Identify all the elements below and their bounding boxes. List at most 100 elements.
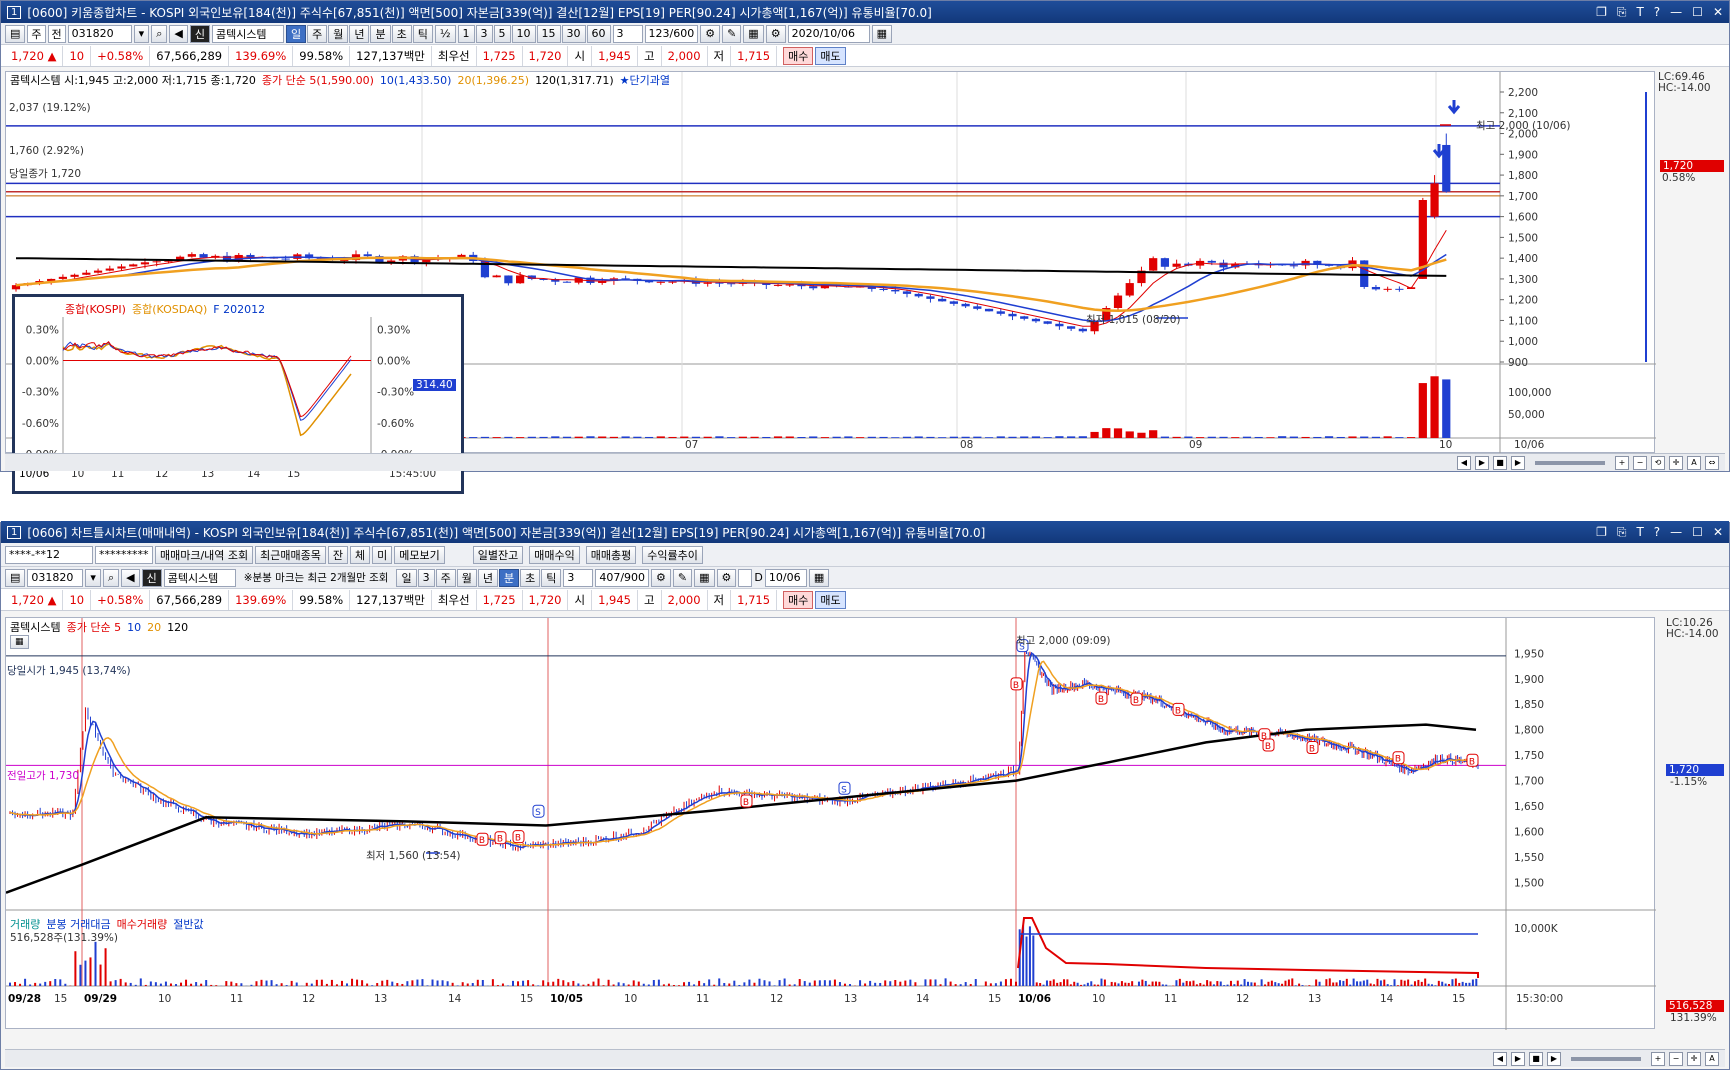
bottom-chevron-down-icon[interactable]: ▾ [85, 568, 101, 587]
settings-icon[interactable]: ⚙ [765, 24, 786, 43]
scroll-left-icon[interactable]: ◀ [1457, 455, 1471, 470]
bottom-tools-icon[interactable]: ⚙ [651, 568, 671, 587]
account-button-0[interactable]: 매매마크/내역 조회 [155, 545, 254, 564]
bottom-calendar-icon[interactable]: ▦ [808, 568, 830, 587]
bottom-settings-icon[interactable]: ⚙ [716, 568, 737, 587]
bottom-restore-icon[interactable]: ❐ [1596, 525, 1607, 540]
interval-button-2[interactable]: 5 [493, 24, 511, 43]
report-button-1[interactable]: 매매수익 [529, 545, 580, 564]
b-period-tab-6[interactable]: 초 [520, 568, 541, 587]
bottom-scrollbar[interactable]: ◀ ▶ ■ ▶ + − ✛ A [5, 1049, 1725, 1067]
maximize-icon[interactable]: ☐ [1692, 5, 1703, 20]
b-sell-button[interactable]: 매도 [815, 590, 846, 609]
bottom-grid-icon[interactable]: ▦ [694, 568, 715, 587]
bottom-bar-count-input[interactable]: 407/900 [595, 568, 650, 587]
scope-select[interactable]: 전 [47, 24, 66, 43]
grid-icon[interactable]: ▦ [743, 24, 764, 43]
bottom-minimize-icon[interactable]: — [1670, 525, 1682, 540]
bottom-font-icon[interactable]: T [1636, 525, 1643, 540]
period-tab-2[interactable]: 월 [328, 24, 349, 43]
daily-checkbox[interactable] [738, 568, 753, 587]
b-period-tab-0[interactable]: 일 [396, 568, 417, 587]
mode-select[interactable]: 주 [27, 24, 46, 43]
zoom-out-icon[interactable]: − [1633, 455, 1647, 470]
chevron-down-icon[interactable]: ▾ [133, 24, 150, 43]
stock-name-field[interactable]: 콤텍시스템 [211, 24, 284, 43]
sell-button[interactable]: 매도 [815, 46, 846, 65]
draw-icon[interactable]: ✎ [722, 24, 742, 43]
b-scroll-stop-icon[interactable]: ■ [1529, 1051, 1543, 1066]
interval-button-5[interactable]: 30 [561, 24, 586, 43]
account-button-5[interactable]: 메모보기 [394, 545, 445, 564]
interval-select[interactable]: 3 [612, 24, 643, 43]
top-scrollbar[interactable]: ◀ ▶ ■ ▶ + − ⟲ ✛ A ⇔ [5, 453, 1725, 471]
b-zoom-in-icon[interactable]: + [1651, 1051, 1665, 1066]
b-scroll-play-icon[interactable]: ▶ [1511, 1051, 1525, 1066]
account-button-3[interactable]: 체 [350, 545, 371, 564]
zoom-in-icon[interactable]: + [1615, 455, 1629, 470]
crosshair-icon[interactable]: ✛ [1669, 455, 1683, 470]
account-button-2[interactable]: 잔 [327, 545, 349, 564]
bottom-stock-code-input[interactable]: 031820 [27, 568, 84, 587]
fraction-button[interactable]: ½ [434, 24, 456, 43]
font-icon[interactable]: T [1636, 5, 1643, 20]
bottom-titlebar[interactable]: 1 [0606] 차트틀시차트(매매내역) - KOSPI 외국인보유[184(… [1, 521, 1729, 543]
b-period-tab-4[interactable]: 년 [477, 568, 498, 587]
text-icon[interactable]: A [1687, 455, 1701, 470]
bar-count-input[interactable]: 123/600 [644, 24, 699, 43]
tools-icon[interactable]: ⚙ [700, 24, 721, 43]
bottom-draw-icon[interactable]: ✎ [672, 568, 693, 587]
interval-button-1[interactable]: 3 [475, 24, 493, 43]
minimize-icon[interactable]: — [1670, 5, 1682, 20]
interval-button-0[interactable]: 1 [457, 24, 475, 43]
link-icon[interactable]: ⎘ [1617, 5, 1627, 20]
b-period-tab-3[interactable]: 월 [456, 568, 477, 587]
b-period-tab-7[interactable]: 틱 [541, 568, 562, 587]
bottom-maximize-icon[interactable]: ☐ [1692, 525, 1703, 540]
help-icon[interactable]: ? [1654, 5, 1660, 20]
buy-button[interactable]: 매수 [783, 46, 814, 65]
chart-icon[interactable]: ▤ [5, 24, 26, 43]
bottom-chart-icon[interactable]: ▤ [5, 568, 26, 587]
bottom-date-input[interactable]: 10/06 [764, 568, 807, 587]
bottom-speaker-icon[interactable]: ◀ [121, 568, 140, 587]
b-text-icon[interactable]: A [1705, 1051, 1719, 1066]
top-price-chart[interactable]: 2,200 2,100 2,000 1,900 1,800 1,700 1,600 1,500… [5, 71, 1724, 494]
account-select[interactable]: ****-**12 [5, 545, 93, 564]
bottom-help-icon[interactable]: ? [1654, 525, 1660, 540]
scroll-stop-icon[interactable]: ■ [1493, 455, 1507, 470]
b-zoom-out-icon[interactable]: − [1669, 1051, 1683, 1066]
period-tab-5[interactable]: 초 [391, 24, 412, 43]
period-tab-6[interactable]: 틱 [412, 24, 433, 43]
report-button-2[interactable]: 매매총평 [585, 545, 637, 564]
interval-button-4[interactable]: 15 [536, 24, 561, 43]
account-button-4[interactable]: 미 [372, 545, 393, 564]
b-buy-button[interactable]: 매수 [783, 590, 814, 609]
stock-code-input[interactable]: 031820 [67, 24, 132, 43]
b-scroll-end-icon[interactable]: ▶ [1547, 1051, 1561, 1066]
bottom-price-chart[interactable]: 1,950 1,900 1,850 1,800 1,750 1,700 1,650 1,600… [5, 617, 1724, 1030]
bottom-search-icon[interactable]: ⌕ [102, 568, 120, 587]
account-button-1[interactable]: 최근매매종목 [255, 545, 326, 564]
b-scroll-left-icon[interactable]: ◀ [1493, 1051, 1507, 1066]
bottom-interval-select[interactable]: 3 [563, 568, 594, 587]
b-zoom-slider[interactable] [1571, 1056, 1641, 1061]
top-titlebar[interactable]: 1 [0600] 키움종합차트 - KOSPI 외국인보유[184(천)] 주식… [1, 1, 1729, 23]
close-icon[interactable]: ✕ [1713, 5, 1723, 20]
b-period-tab-1[interactable]: 3 [417, 568, 435, 587]
b-crosshair-icon[interactable]: ✛ [1687, 1051, 1701, 1066]
report-button-3[interactable]: 수익률추이 [642, 545, 703, 564]
bottom-stock-name-field[interactable]: 콤텍시스템 [163, 568, 236, 587]
bottom-link-icon[interactable]: ⎘ [1617, 525, 1627, 540]
period-tab-1[interactable]: 주 [307, 24, 328, 43]
bottom-chart-canvas[interactable]: 1,950 1,900 1,850 1,800 1,750 1,700 1,650 1,600… [6, 618, 1656, 1030]
report-button-0[interactable]: 일별잔고 [472, 545, 524, 564]
interval-button-3[interactable]: 10 [511, 24, 536, 43]
b-legend-box-icon[interactable]: ▦ [10, 635, 29, 649]
date-input[interactable]: 2020/10/06 [787, 24, 870, 43]
period-tab-3[interactable]: 년 [349, 24, 370, 43]
zoom-slider[interactable] [1535, 460, 1605, 465]
scroll-play-icon[interactable]: ▶ [1475, 455, 1489, 470]
restore-icon[interactable]: ❐ [1596, 5, 1607, 20]
interval-button-6[interactable]: 60 [586, 24, 611, 43]
